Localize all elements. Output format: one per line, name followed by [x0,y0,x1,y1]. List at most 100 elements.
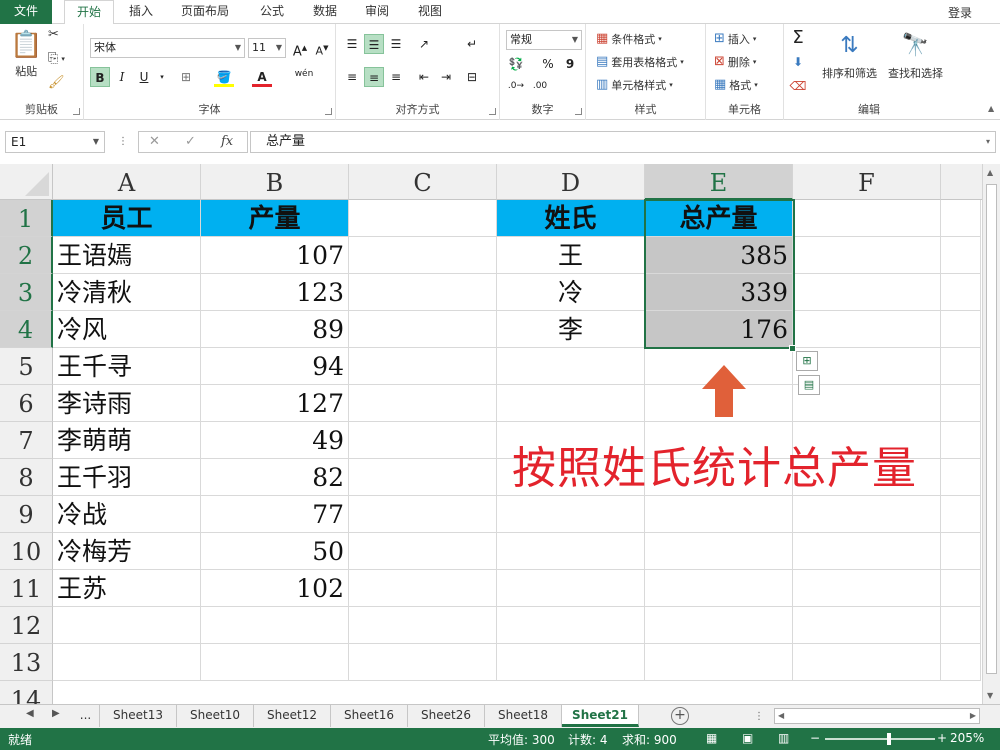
quick-analysis-icon[interactable]: ▤ [798,375,820,395]
cell-b7[interactable]: 49 [201,422,349,459]
column-header-g[interactable] [941,164,982,200]
cell-f11[interactable] [793,570,941,607]
cell-a9[interactable]: 冷战 [53,496,201,533]
cell-f3[interactable] [793,274,941,311]
row-header-6[interactable]: 6 [0,385,53,422]
cell-b1[interactable]: 产量 [201,200,349,237]
tab-sheet12[interactable]: Sheet12 [254,705,331,727]
tab-sheet16[interactable]: Sheet16 [331,705,408,727]
cell-c3[interactable] [349,274,497,311]
name-box[interactable]: E1 ▼ [5,131,105,153]
font-size-select[interactable]: 11 ▼ [248,38,286,58]
column-header-b[interactable]: B [201,164,349,200]
underline-dropdown-icon[interactable]: ▾ [152,67,172,87]
cell-d10[interactable] [497,533,645,570]
zoom-slider[interactable] [825,738,935,740]
cell-f4[interactable] [793,311,941,348]
cell-g9[interactable] [941,496,981,533]
autosum-icon[interactable]: Σ [788,28,808,48]
row-header-13[interactable]: 13 [0,644,53,681]
align-right-icon[interactable]: ≡ [386,67,406,87]
percent-button[interactable]: % [538,54,558,74]
page-break-view-icon[interactable]: ▥ [778,731,789,745]
decrease-decimal-icon[interactable]: .00 [530,76,550,96]
cell-g4[interactable] [941,311,981,348]
tab-page-layout[interactable]: 页面布局 [170,0,240,24]
scroll-left-icon[interactable]: ◀ [778,711,784,720]
cell-g7[interactable] [941,422,981,459]
scroll-right-icon[interactable]: ▶ [970,711,976,720]
align-middle-icon[interactable]: ☰ [364,34,384,54]
zoom-out-icon[interactable]: − [810,731,820,745]
cell-c12[interactable] [349,607,497,644]
tab-sheet21[interactable]: Sheet21 [562,705,639,727]
merge-center-icon[interactable]: ⊟ [462,67,482,87]
scroll-down-icon[interactable]: ▼ [987,691,993,700]
decrease-indent-icon[interactable]: ⇤ [414,67,434,87]
cell-a8[interactable]: 王千羽 [53,459,201,496]
column-header-c[interactable]: C [349,164,497,200]
cell-b8[interactable]: 82 [201,459,349,496]
copy-button[interactable]: ⎘ ▾ [48,52,65,66]
paste-options-icon[interactable]: ⊞ [796,351,818,371]
cell-b5[interactable]: 94 [201,348,349,385]
cell-a2[interactable]: 王语嫣 [53,237,201,274]
cell-e10[interactable] [645,533,793,570]
cell-b12[interactable] [201,607,349,644]
fill-color-icon[interactable]: 🪣 [214,67,234,87]
italic-button[interactable]: I [112,67,132,87]
cell-b10[interactable]: 50 [201,533,349,570]
cell-d11[interactable] [497,570,645,607]
alignment-launcher-icon[interactable] [489,108,496,115]
cell-e9[interactable] [645,496,793,533]
cell-g11[interactable] [941,570,981,607]
increase-indent-icon[interactable]: ⇥ [436,67,456,87]
cell-d2[interactable]: 王 [497,237,645,274]
cell-g10[interactable] [941,533,981,570]
row-header-3[interactable]: 3 [0,274,53,311]
cell-c10[interactable] [349,533,497,570]
add-sheet-icon[interactable]: + [671,707,689,725]
cell-a5[interactable]: 王千寻 [53,348,201,385]
login-link[interactable]: 登录 [948,4,972,21]
cell-a4[interactable]: 冷风 [53,311,201,348]
align-left-icon[interactable]: ≡ [342,67,362,87]
cancel-icon[interactable]: ✕ [149,134,160,149]
cell-a7[interactable]: 李萌萌 [53,422,201,459]
cell-d9[interactable] [497,496,645,533]
cell-f2[interactable] [793,237,941,274]
cell-g6[interactable] [941,385,981,422]
tab-sheet18[interactable]: Sheet18 [485,705,562,727]
collapse-ribbon-icon[interactable]: ▲ [988,104,994,113]
row-header-7[interactable]: 7 [0,422,53,459]
formula-input[interactable]: 总产量 [250,131,996,153]
row-header-11[interactable]: 11 [0,570,53,607]
cell-a3[interactable]: 冷清秋 [53,274,201,311]
column-header-a[interactable]: A [53,164,201,200]
cell-c7[interactable] [349,422,497,459]
cell-d5[interactable] [497,348,645,385]
row-header-2[interactable]: 2 [0,237,53,274]
vertical-scroll-thumb[interactable] [986,184,997,674]
cell-g13[interactable] [941,644,981,681]
cell-g3[interactable] [941,274,981,311]
format-cells-button[interactable]: ▦ 格式 ▾ [714,77,758,93]
cell-b11[interactable]: 102 [201,570,349,607]
cell-b6[interactable]: 127 [201,385,349,422]
orientation-icon[interactable]: ↗ [414,34,434,54]
row-header-9[interactable]: 9 [0,496,53,533]
tab-file[interactable]: 文件 [0,0,52,24]
clipboard-launcher-icon[interactable] [73,108,80,115]
cell-c4[interactable] [349,311,497,348]
cell-a6[interactable]: 李诗雨 [53,385,201,422]
expand-formula-icon[interactable]: ▾ [986,137,990,146]
font-launcher-icon[interactable] [325,108,332,115]
accounting-format-icon[interactable]: 💱 [506,54,526,74]
align-bottom-icon[interactable]: ☰ [386,34,406,54]
column-header-f[interactable]: F [793,164,941,200]
column-header-e[interactable]: E [645,164,793,200]
tab-formulas[interactable]: 公式 [250,0,294,24]
comma-style-button[interactable]: 9 [560,54,580,74]
normal-view-icon[interactable]: ▦ [706,731,717,745]
cell-g12[interactable] [941,607,981,644]
